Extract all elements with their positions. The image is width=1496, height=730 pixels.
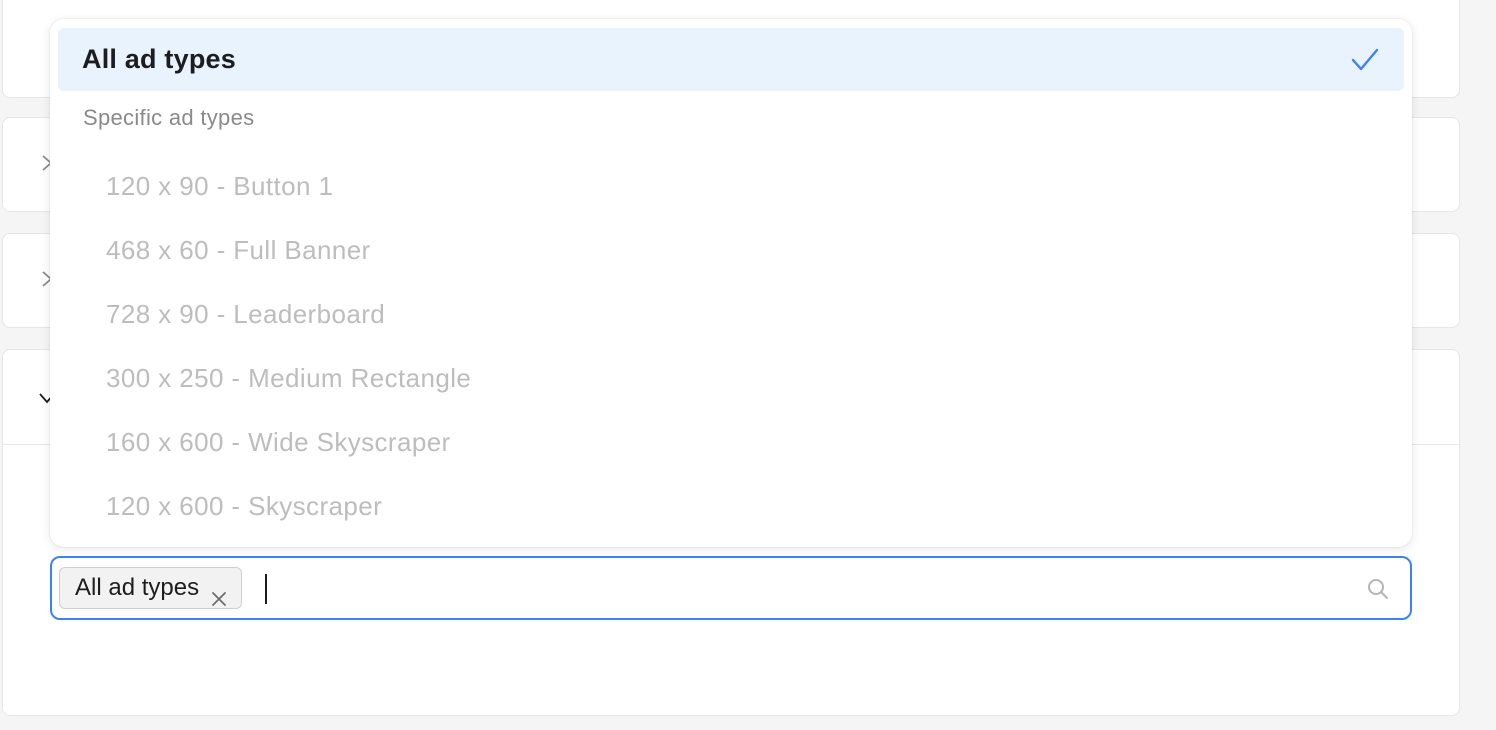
option-leaderboard[interactable]: 728 x 90 - Leaderboard (106, 299, 385, 330)
option-wide-skyscraper[interactable]: 160 x 600 - Wide Skyscraper (106, 427, 451, 458)
selected-tag: All ad types (59, 567, 243, 609)
search-input[interactable] (272, 558, 1350, 620)
option-button-1[interactable]: 120 x 90 - Button 1 (106, 171, 333, 202)
close-icon[interactable] (211, 580, 227, 606)
option-all-ad-types[interactable]: All ad types (58, 28, 1404, 91)
ad-type-dropdown-menu: All ad types Specific ad types 120 x 90 … (50, 19, 1412, 547)
option-skyscraper[interactable]: 120 x 600 - Skyscraper (106, 491, 382, 522)
checkmark-icon (1350, 46, 1380, 74)
option-group-label: Specific ad types (83, 105, 255, 130)
tag-label: All ad types (75, 574, 200, 601)
ad-type-select-input[interactable]: All ad types (50, 556, 1412, 620)
option-medium-rectangle[interactable]: 300 x 250 - Medium Rectangle (106, 363, 471, 394)
option-label: All ad types (82, 44, 236, 74)
option-full-banner[interactable]: 468 x 60 - Full Banner (106, 235, 371, 266)
search-icon (1366, 577, 1390, 601)
text-caret (265, 574, 267, 604)
